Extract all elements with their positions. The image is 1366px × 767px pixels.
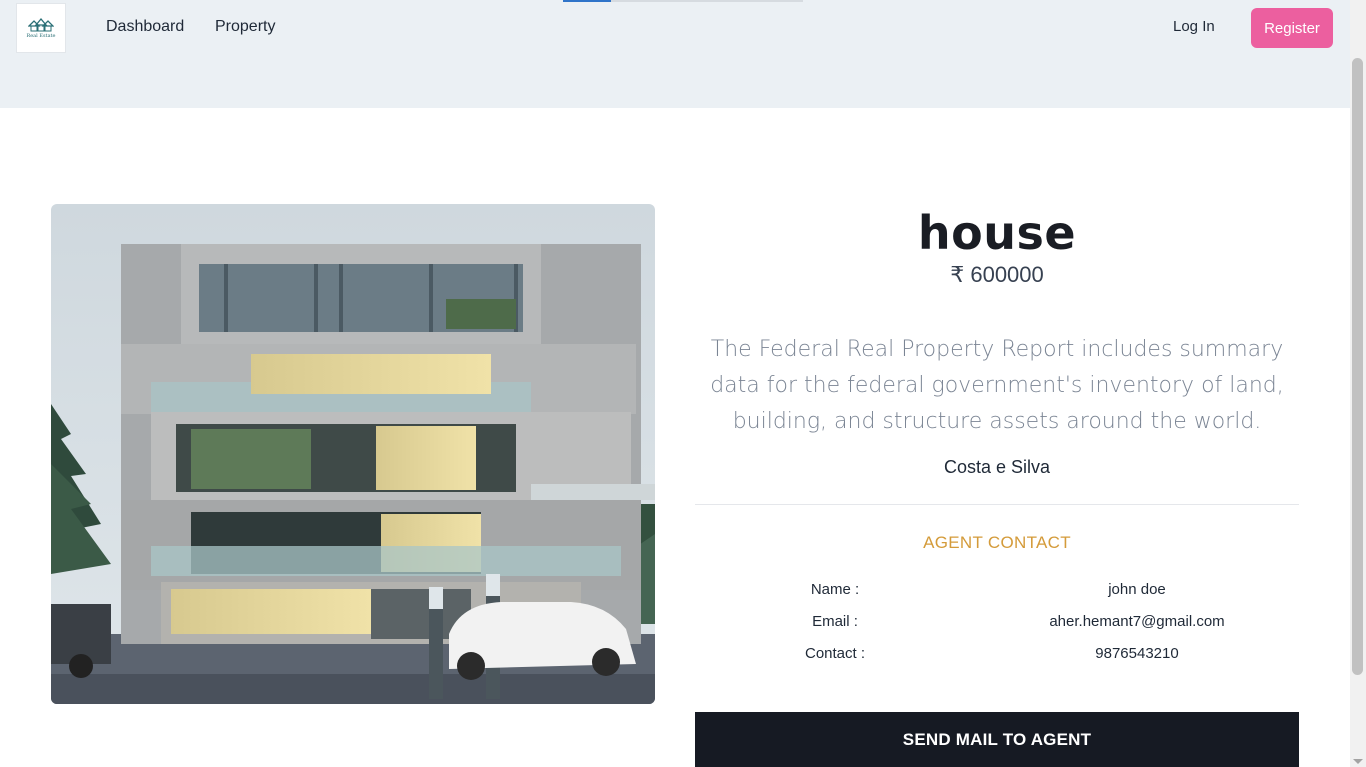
- page-scrollbar[interactable]: [1350, 0, 1366, 767]
- agent-name-value: john doe: [1108, 580, 1166, 598]
- page-load-progress: [563, 0, 803, 2]
- login-link[interactable]: Log In: [1173, 18, 1215, 35]
- property-price: ₹ 600000: [950, 262, 1044, 287]
- scroll-down-arrow-icon[interactable]: [1353, 759, 1363, 764]
- site-header: Real Estate Dashboard Property Log In Re…: [0, 0, 1350, 108]
- property-image: [51, 204, 655, 704]
- agent-email-label: Email :: [812, 612, 858, 630]
- nav-dashboard[interactable]: Dashboard: [106, 18, 184, 36]
- nav-property[interactable]: Property: [215, 18, 275, 36]
- property-title: house: [917, 206, 1077, 260]
- agent-contact-label: Contact :: [804, 644, 866, 662]
- send-mail-button[interactable]: SEND MAIL TO AGENT: [695, 712, 1299, 767]
- page-load-progress-fill: [563, 0, 611, 2]
- property-details: house ₹ 600000 The Federal Real Property…: [695, 204, 1299, 669]
- agent-row-contact: Contact : 9876543210: [695, 637, 1299, 669]
- divider: [695, 504, 1299, 505]
- agent-contact-table: Name : john doe Email : aher.hemant7@gma…: [695, 573, 1299, 669]
- property-photo-illustration: [51, 204, 655, 704]
- register-button[interactable]: Register: [1251, 8, 1333, 48]
- logo-text: Real Estate: [26, 33, 56, 39]
- scrollbar-thumb[interactable]: [1352, 58, 1363, 675]
- house-logo-icon: [28, 17, 54, 32]
- agent-email-value[interactable]: aher.hemant7@gmail.com: [975, 613, 1299, 630]
- agent-contact-heading: AGENT CONTACT: [923, 533, 1071, 552]
- agent-row-email: Email : aher.hemant7@gmail.com: [695, 605, 1299, 637]
- site-logo[interactable]: Real Estate: [16, 3, 66, 53]
- property-location: Costa e Silva: [943, 457, 1051, 477]
- agent-contact-value: 9876543210: [1095, 644, 1179, 662]
- agent-name-label: Name :: [810, 580, 860, 598]
- agent-row-name: Name : john doe: [695, 573, 1299, 605]
- property-description: The Federal Real Property Report include…: [710, 337, 1284, 434]
